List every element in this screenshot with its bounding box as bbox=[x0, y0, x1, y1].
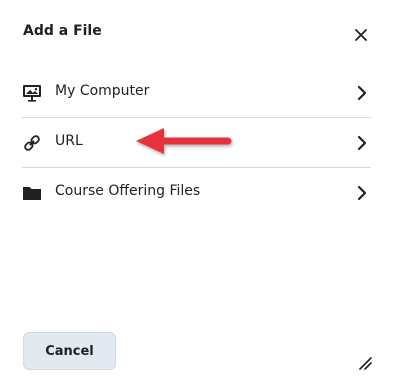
dialog-title: Add a File bbox=[23, 23, 102, 39]
list-item-label: Course Offering Files bbox=[55, 183, 201, 199]
link-icon bbox=[24, 135, 40, 151]
monitor-image-icon bbox=[23, 85, 41, 102]
chevron-right-icon bbox=[357, 85, 367, 101]
list-item-label: URL bbox=[55, 133, 83, 149]
list-item-course-offering-files[interactable]: Course Offering Files bbox=[22, 168, 371, 217]
resize-handle-icon[interactable] bbox=[358, 356, 372, 370]
cancel-button[interactable]: Cancel bbox=[23, 332, 116, 370]
annotation-arrow-icon bbox=[136, 128, 232, 154]
chevron-right-icon bbox=[357, 185, 367, 201]
chevron-right-icon bbox=[357, 135, 367, 151]
list-item-label: My Computer bbox=[55, 83, 150, 99]
folder-icon bbox=[23, 187, 41, 200]
add-file-dialog: Add a File My Computer URL Course Offeri… bbox=[0, 0, 396, 389]
close-icon[interactable] bbox=[353, 27, 369, 43]
list-item-my-computer[interactable]: My Computer bbox=[22, 68, 371, 118]
